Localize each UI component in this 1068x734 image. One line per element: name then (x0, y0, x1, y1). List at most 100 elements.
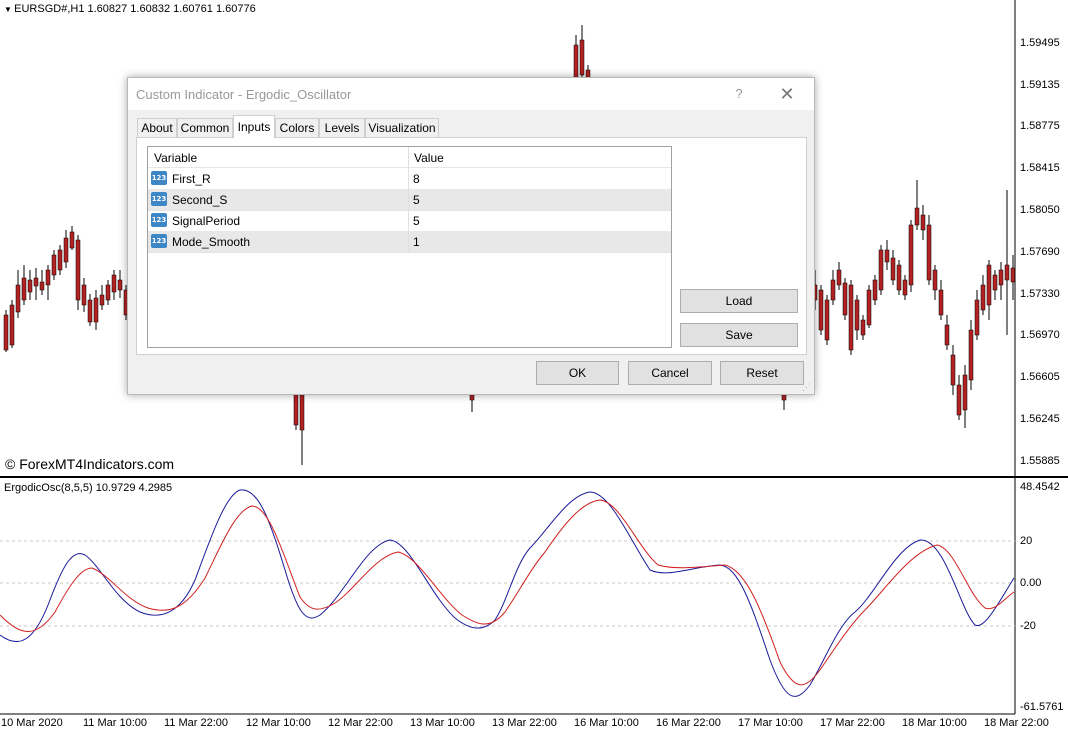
price-label: 1.56245 (1020, 413, 1060, 425)
variable-name: Second_S (172, 193, 228, 207)
candle-body (938, 289, 944, 316)
dialog-title: Custom Indicator - Ergodic_Oscillator (136, 87, 352, 102)
reset-button[interactable]: Reset (720, 361, 804, 385)
table-row[interactable]: 123 First_R 8 (148, 168, 671, 190)
column-separator (408, 147, 409, 253)
tab-levels[interactable]: Levels (319, 118, 365, 138)
cancel-button[interactable]: Cancel (628, 361, 712, 385)
save-button[interactable]: Save (680, 323, 798, 347)
osc-label: 0.00 (1020, 577, 1042, 589)
candle-body (986, 264, 992, 306)
oscillator-info: ErgodicOsc(8,5,5) 10.9729 4.2985 (4, 482, 173, 494)
price-label: 1.58415 (1020, 162, 1060, 174)
candle-body (836, 269, 842, 286)
time-label: 13 Mar 10:00 (410, 717, 475, 729)
candle-body (944, 324, 950, 346)
candle-body (27, 279, 33, 293)
candle-body (824, 299, 830, 341)
variable-value[interactable]: 5 (413, 193, 420, 207)
variable-value[interactable]: 1 (413, 235, 420, 249)
price-label: 1.57690 (1020, 246, 1060, 258)
price-label: 1.58775 (1020, 120, 1060, 132)
inputs-table[interactable]: Variable Value 123 First_R 8 123 Second_… (147, 146, 672, 348)
candle-body (998, 269, 1004, 286)
candle-body (579, 39, 585, 76)
time-label: 10 Mar 2020 (1, 717, 63, 729)
help-button[interactable]: ? (728, 84, 750, 104)
tab-visualization[interactable]: Visualization (365, 118, 439, 138)
inputs-panel: Variable Value 123 First_R 8 123 Second_… (136, 137, 807, 355)
candle-body (848, 284, 854, 351)
custom-indicator-dialog: Custom Indicator - Ergodic_Oscillator ? … (127, 77, 815, 395)
candle-body (51, 254, 57, 276)
candle-body (99, 294, 105, 306)
chart-menu-icon[interactable]: ▼ (4, 5, 14, 14)
candle-body (818, 289, 824, 331)
candle-body (75, 239, 81, 301)
candle-body (956, 384, 962, 416)
column-header-value[interactable]: Value (414, 151, 444, 165)
candle-body (896, 264, 902, 291)
time-label: 17 Mar 10:00 (738, 717, 803, 729)
close-icon[interactable]: ✕ (776, 83, 798, 105)
candle-body (9, 304, 15, 346)
candle-body (830, 279, 836, 301)
chart-symbol-info: ▼ EURSGD#,H1 1.60827 1.60832 1.60761 1.6… (4, 3, 256, 15)
candle-body (293, 389, 299, 426)
candle-body (920, 214, 926, 231)
candle-body (45, 269, 51, 286)
candle-body (926, 224, 932, 281)
time-label: 18 Mar 22:00 (984, 717, 1049, 729)
tab-inputs[interactable]: Inputs (233, 115, 275, 139)
time-label: 18 Mar 10:00 (902, 717, 967, 729)
candle-body (908, 224, 914, 286)
variable-name: First_R (172, 172, 211, 186)
price-label: 1.59135 (1020, 79, 1060, 91)
osc-label: -20 (1020, 620, 1036, 632)
ergodic-signal-line (0, 499, 1015, 686)
candle-body (69, 231, 75, 249)
resize-grip-icon[interactable]: ⋰ (802, 382, 812, 392)
candle-body (884, 249, 890, 263)
time-label: 16 Mar 10:00 (574, 717, 639, 729)
osc-label: 20 (1020, 535, 1033, 547)
price-label: 1.55885 (1020, 455, 1060, 467)
table-row[interactable]: 123 Second_S 5 (148, 189, 671, 211)
price-label: 1.57330 (1020, 288, 1060, 300)
candle-body (111, 274, 117, 293)
candle-body (872, 279, 878, 301)
time-label: 13 Mar 22:00 (492, 717, 557, 729)
column-header-variable[interactable]: Variable (154, 151, 197, 165)
candle-body (914, 207, 920, 226)
candle-body (15, 284, 21, 313)
candle-body (93, 297, 99, 323)
ok-button[interactable]: OK (536, 361, 619, 385)
variable-value[interactable]: 5 (413, 214, 420, 228)
load-button[interactable]: Load (680, 289, 798, 313)
time-label: 12 Mar 22:00 (328, 717, 393, 729)
table-row[interactable]: 123 SignalPeriod 5 (148, 210, 671, 232)
ergodic-main-line (0, 489, 1015, 697)
candle-body (1004, 264, 1010, 281)
candle-body (105, 284, 111, 301)
candle-body (3, 314, 9, 351)
osc-label: -61.5761 (1020, 701, 1064, 713)
price-label: 1.59495 (1020, 37, 1060, 49)
candle-body (932, 269, 938, 291)
tab-about[interactable]: About (137, 118, 177, 138)
candle-body (878, 249, 884, 291)
candle-body (842, 282, 848, 316)
price-label: 1.58050 (1020, 204, 1060, 216)
tab-colors[interactable]: Colors (275, 118, 319, 138)
candle-body (573, 44, 579, 79)
tab-common[interactable]: Common (177, 118, 233, 138)
osc-label: 48.4542 (1020, 481, 1060, 493)
osc-levels (0, 540, 1015, 627)
time-label: 17 Mar 22:00 (820, 717, 885, 729)
dialog-titlebar[interactable]: Custom Indicator - Ergodic_Oscillator ? … (128, 78, 814, 110)
candle-body (33, 277, 39, 287)
candle-body (39, 281, 45, 291)
table-row[interactable]: 123 Mode_Smooth 1 (148, 231, 671, 253)
candle-body (299, 394, 305, 431)
variable-value[interactable]: 8 (413, 172, 420, 186)
